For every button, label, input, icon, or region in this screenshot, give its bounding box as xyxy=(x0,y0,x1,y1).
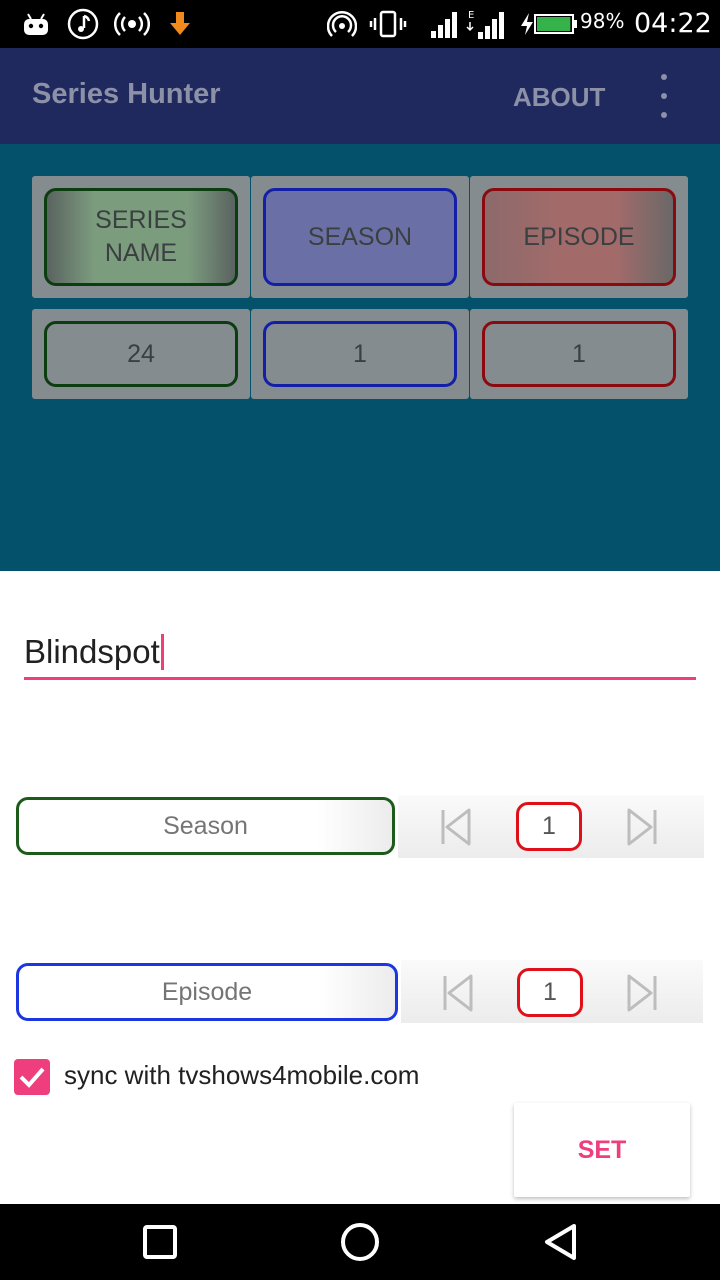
episode-value[interactable]: 1 xyxy=(482,321,676,387)
recents-icon[interactable] xyxy=(140,1222,180,1262)
home-icon[interactable] xyxy=(338,1220,382,1264)
skip-next-icon xyxy=(627,974,657,1012)
episode-header: EPISODE xyxy=(482,188,676,286)
app-bar: Series Hunter ABOUT xyxy=(0,48,720,144)
season-label: Season xyxy=(16,797,395,855)
about-button[interactable]: ABOUT xyxy=(513,82,605,113)
network-type-label: E xyxy=(468,10,474,21)
status-bar: E 98% 04:22 xyxy=(0,0,720,48)
sync-label[interactable]: sync with tvshows4mobile.com xyxy=(64,1060,419,1091)
overflow-menu-icon[interactable] xyxy=(652,70,676,122)
sync-checkbox[interactable] xyxy=(14,1059,50,1095)
season-number[interactable]: 1 xyxy=(516,802,582,851)
episode-next-button[interactable] xyxy=(616,965,668,1021)
episode-label: Episode xyxy=(16,963,398,1021)
hotspot-icon xyxy=(326,8,358,40)
battery-icon xyxy=(534,8,578,40)
signal-e-icon: E xyxy=(466,8,506,40)
season-header: SEASON xyxy=(263,188,457,286)
android-icon xyxy=(22,8,50,40)
clock: 04:22 xyxy=(634,8,712,39)
edit-series-sheet: Blindspot Season 1 Episode 1 sync with t… xyxy=(0,571,720,1204)
broadcast-icon xyxy=(114,8,150,40)
series-table: SERIES NAME SEASON EPISODE 24 1 1 xyxy=(0,144,720,571)
skip-previous-icon xyxy=(441,808,471,846)
episode-number[interactable]: 1 xyxy=(517,968,583,1017)
episode-prev-button[interactable] xyxy=(432,965,484,1021)
series-name-input[interactable]: Blindspot xyxy=(24,626,696,680)
app-title: Series Hunter xyxy=(32,78,221,110)
navigation-bar xyxy=(0,1204,720,1280)
season-next-button[interactable] xyxy=(616,799,668,855)
set-button[interactable]: SET xyxy=(514,1103,690,1197)
text-cursor xyxy=(160,633,164,670)
checkmark-icon xyxy=(19,1067,45,1088)
season-prev-button[interactable] xyxy=(430,799,482,855)
download-icon xyxy=(166,8,194,40)
music-icon xyxy=(66,8,100,40)
battery-percent: 98% xyxy=(580,9,625,33)
series-name-header: SERIES NAME xyxy=(44,188,238,286)
skip-next-icon xyxy=(627,808,657,846)
vibrate-icon xyxy=(368,8,408,40)
series-name-value[interactable]: 24 xyxy=(44,321,238,387)
series-name-text: Blindspot xyxy=(24,632,160,670)
skip-previous-icon xyxy=(443,974,473,1012)
season-value[interactable]: 1 xyxy=(263,321,457,387)
back-icon[interactable] xyxy=(540,1222,580,1262)
signal-icon xyxy=(428,8,460,40)
